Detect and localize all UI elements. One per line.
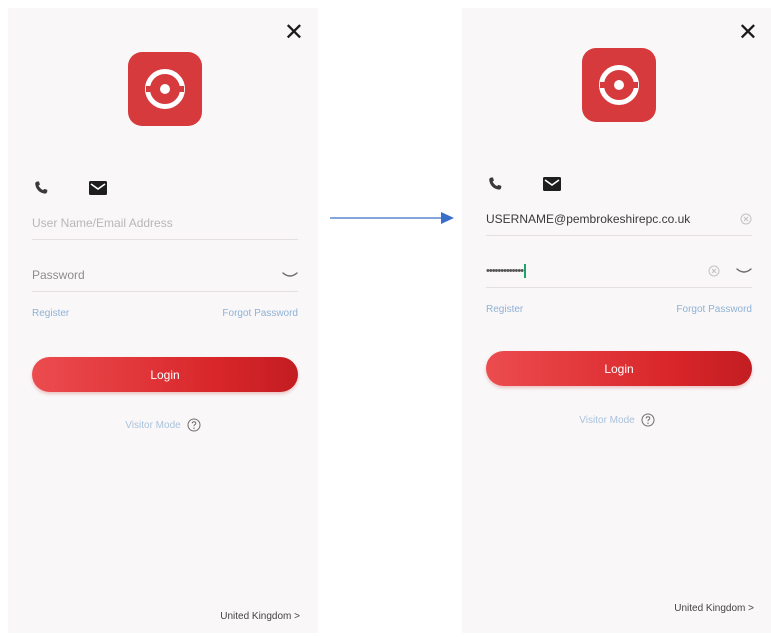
region-label: United Kingdom: [220, 611, 292, 622]
mail-icon[interactable]: [542, 176, 562, 192]
password-input[interactable]: Password: [32, 268, 282, 282]
password-field[interactable]: •••••••••••••: [486, 254, 752, 288]
app-logo: [128, 52, 202, 126]
username-input[interactable]: [486, 211, 740, 226]
chevron-right-icon: >: [294, 611, 300, 622]
help-icon[interactable]: [641, 413, 655, 427]
arrow-right-icon: [330, 212, 454, 224]
region-selector[interactable]: United Kingdom >: [220, 611, 300, 622]
password-input[interactable]: •••••••••••••: [486, 265, 524, 277]
mail-icon[interactable]: [88, 180, 108, 196]
clear-icon[interactable]: [740, 213, 752, 225]
login-screen-filled: ✕ ••••••••••••• Reg: [462, 8, 771, 633]
visitor-mode-link[interactable]: Visitor Mode: [125, 420, 180, 431]
username-input[interactable]: [32, 215, 298, 230]
username-field[interactable]: [486, 202, 752, 236]
password-field[interactable]: Password: [32, 258, 298, 292]
login-button[interactable]: Login: [486, 351, 752, 386]
chevron-right-icon: >: [748, 603, 754, 614]
close-icon[interactable]: ✕: [284, 20, 304, 44]
eye-closed-icon[interactable]: [736, 267, 752, 275]
phone-icon[interactable]: [486, 175, 504, 193]
register-link[interactable]: Register: [486, 304, 523, 315]
login-button[interactable]: Login: [32, 357, 298, 392]
forgot-password-link[interactable]: Forgot Password: [676, 304, 752, 315]
close-icon[interactable]: ✕: [738, 20, 758, 44]
phone-icon[interactable]: [32, 179, 50, 197]
region-label: United Kingdom: [674, 603, 746, 614]
visitor-mode: Visitor Mode: [8, 418, 318, 432]
auth-links: Register Forgot Password: [32, 308, 298, 319]
login-method-tabs: [32, 176, 108, 200]
clear-icon[interactable]: [708, 265, 720, 277]
forgot-password-link[interactable]: Forgot Password: [222, 308, 298, 319]
username-field[interactable]: [32, 206, 298, 240]
visitor-mode-link[interactable]: Visitor Mode: [579, 415, 634, 426]
help-icon[interactable]: [187, 418, 201, 432]
eye-closed-icon[interactable]: [282, 271, 298, 279]
app-logo: [582, 48, 656, 122]
auth-links: Register Forgot Password: [486, 304, 752, 315]
register-link[interactable]: Register: [32, 308, 69, 319]
login-screen-empty: ✕ Password Register Forgot Password Logi…: [8, 8, 318, 633]
text-caret: [524, 263, 527, 278]
visitor-mode: Visitor Mode: [462, 413, 771, 427]
region-selector[interactable]: United Kingdom >: [674, 603, 754, 614]
login-method-tabs: [486, 172, 562, 196]
